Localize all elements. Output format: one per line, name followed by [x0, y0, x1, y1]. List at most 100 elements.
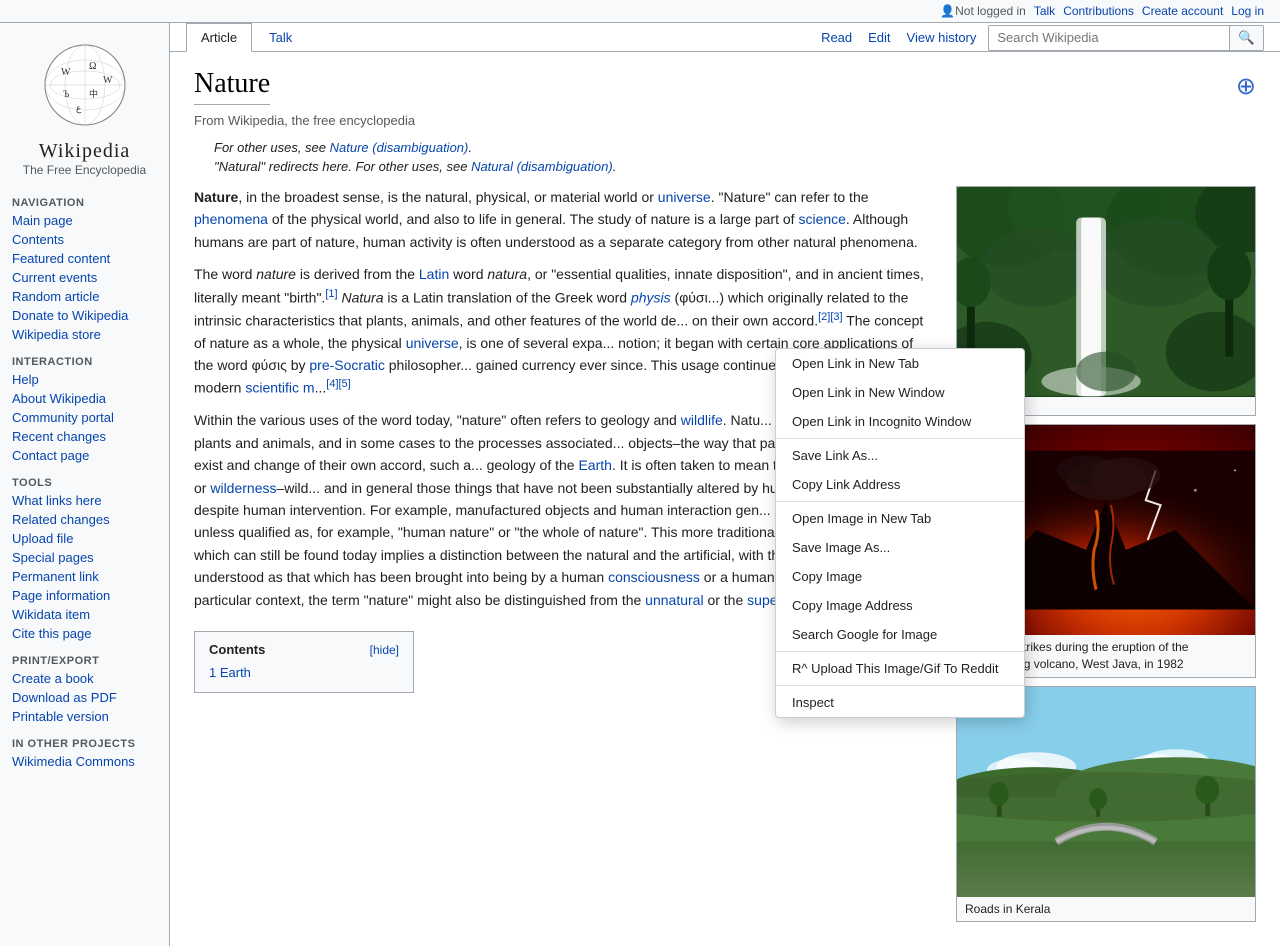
svg-text:W: W: [61, 67, 71, 78]
login-link[interactable]: Log in: [1231, 4, 1264, 18]
phenomena-link[interactable]: phenomena: [194, 211, 268, 227]
contents-hide-button[interactable]: [hide]: [370, 643, 399, 657]
roads-image: [957, 687, 1255, 897]
contents-earth-link[interactable]: 1 Earth: [209, 665, 251, 680]
print-heading: Print/export: [0, 651, 169, 669]
sidebar-item-page-info[interactable]: Page information: [0, 586, 169, 605]
ctx-open-link-new-window[interactable]: Open Link in New Window: [776, 378, 1024, 407]
sidebar-other-projects: In other projects Wikimedia Commons: [0, 734, 169, 771]
sidebar-item-community[interactable]: Community portal: [0, 408, 169, 427]
from-line: From Wikipedia, the free encyclopedia: [194, 113, 1256, 128]
tabs-left: Article Talk: [186, 23, 309, 51]
sidebar-item-what-links[interactable]: What links here: [0, 491, 169, 510]
ctx-save-image-as[interactable]: Save Image As...: [776, 533, 1024, 562]
tab-read[interactable]: Read: [817, 24, 856, 51]
sidebar-item-special[interactable]: Special pages: [0, 548, 169, 567]
svg-text:Ъ: Ъ: [63, 89, 70, 99]
ctx-open-link-new-tab[interactable]: Open Link in New Tab: [776, 349, 1024, 378]
wildlife-link[interactable]: wildlife: [681, 412, 723, 428]
ctx-inspect[interactable]: Inspect: [776, 688, 1024, 717]
tab-bar: Article Talk Read Edit View history 🔍: [170, 23, 1280, 52]
sidebar-item-upload[interactable]: Upload file: [0, 529, 169, 548]
natural-disambig-link[interactable]: Natural (disambiguation): [471, 159, 613, 174]
sidebar-item-help[interactable]: Help: [0, 370, 169, 389]
main-area: Article Talk Read Edit View history 🔍 Na…: [170, 23, 1280, 946]
tab-edit[interactable]: Edit: [864, 24, 894, 51]
sidebar-item-donate[interactable]: Donate to Wikipedia: [0, 306, 169, 325]
navigation-heading: Navigation: [0, 193, 169, 211]
sidebar-item-wikidata[interactable]: Wikidata item: [0, 605, 169, 624]
ctx-divider-2: [776, 501, 1024, 502]
sidebar-item-related-changes[interactable]: Related changes: [0, 510, 169, 529]
pre-socratic-link[interactable]: pre-Socratic: [309, 357, 384, 373]
earth-link[interactable]: Earth: [578, 457, 611, 473]
ctx-divider-1: [776, 438, 1024, 439]
search-input[interactable]: [989, 26, 1229, 49]
sidebar: W Ω W 中 Ъ ع Wikipedia The Free Encyclope…: [0, 23, 170, 946]
search-bar: 🔍: [988, 25, 1264, 51]
logo-subtitle: The Free Encyclopedia: [8, 163, 161, 177]
create-account-link[interactable]: Create account: [1142, 4, 1223, 18]
hatnote-1: For other uses, see Nature (disambiguati…: [194, 140, 1256, 155]
ctx-divider-4: [776, 685, 1024, 686]
tab-talk[interactable]: Talk: [254, 23, 307, 51]
sidebar-item-wikimedia[interactable]: Wikimedia Commons: [0, 752, 169, 771]
logo-area: W Ω W 中 Ъ ع Wikipedia The Free Encyclope…: [0, 31, 169, 193]
wilderness-link[interactable]: wilderness: [210, 480, 276, 496]
ctx-divider-3: [776, 651, 1024, 652]
sidebar-item-current-events[interactable]: Current events: [0, 268, 169, 287]
universe-link-2[interactable]: universe: [406, 335, 459, 351]
sidebar-item-printable[interactable]: Printable version: [0, 707, 169, 726]
sidebar-item-contact[interactable]: Contact page: [0, 446, 169, 465]
ctx-open-image-new-tab[interactable]: Open Image in New Tab: [776, 504, 1024, 533]
consciousness-link[interactable]: consciousness: [608, 569, 700, 585]
science-link[interactable]: science: [798, 211, 845, 227]
svg-text:W: W: [103, 75, 113, 86]
ctx-search-google-image[interactable]: Search Google for Image: [776, 620, 1024, 649]
hatnote-2: "Natural" redirects here. For other uses…: [194, 159, 1256, 174]
search-button[interactable]: 🔍: [1229, 26, 1263, 50]
sidebar-item-create-book[interactable]: Create a book: [0, 669, 169, 688]
talk-link[interactable]: Talk: [1034, 4, 1055, 18]
contents-item-1[interactable]: 1 Earth: [209, 663, 399, 682]
sidebar-item-recent[interactable]: Recent changes: [0, 427, 169, 446]
physis-link[interactable]: physis: [631, 289, 671, 305]
sidebar-tools: Tools What links here Related changes Up…: [0, 473, 169, 643]
wikipedia-globe-icon: W Ω W 中 Ъ ع: [41, 41, 129, 129]
sidebar-item-contents[interactable]: Contents: [0, 230, 169, 249]
ctx-open-link-incognito[interactable]: Open Link in Incognito Window: [776, 407, 1024, 436]
add-section-button[interactable]: ⊕: [1236, 72, 1256, 101]
contents-title: Contents: [209, 642, 265, 657]
other-projects-heading: In other projects: [0, 734, 169, 752]
ctx-copy-link-address[interactable]: Copy Link Address: [776, 470, 1024, 499]
tab-article[interactable]: Article: [186, 23, 252, 52]
article-body: Nature, in the broadest sense, is the na…: [194, 186, 1256, 930]
sidebar-item-cite[interactable]: Cite this page: [0, 624, 169, 643]
sidebar-item-featured[interactable]: Featured content: [0, 249, 169, 268]
ctx-copy-image[interactable]: Copy Image: [776, 562, 1024, 591]
sidebar-item-main-page[interactable]: Main page: [0, 211, 169, 230]
universe-link[interactable]: universe: [658, 189, 711, 205]
article-title-row: Nature ⊕: [194, 68, 1256, 113]
ctx-copy-image-address[interactable]: Copy Image Address: [776, 591, 1024, 620]
tab-view-history[interactable]: View history: [903, 24, 981, 51]
contents-header: Contents [hide]: [209, 642, 399, 657]
latin-link[interactable]: Latin: [419, 266, 449, 282]
sidebar-item-about[interactable]: About Wikipedia: [0, 389, 169, 408]
interaction-heading: Interaction: [0, 352, 169, 370]
scientific-method-link[interactable]: scientific m: [245, 380, 314, 396]
sidebar-item-download-pdf[interactable]: Download as PDF: [0, 688, 169, 707]
user-icon: 👤: [940, 4, 955, 18]
not-logged-in-label: Not logged in: [955, 4, 1026, 18]
svg-text:Ω: Ω: [89, 61, 96, 72]
context-menu: Open Link in New Tab Open Link in New Wi…: [775, 348, 1025, 718]
unnatural-link[interactable]: unnatural: [645, 592, 703, 608]
sidebar-item-random[interactable]: Random article: [0, 287, 169, 306]
contributions-link[interactable]: Contributions: [1063, 4, 1134, 18]
sidebar-item-permanent[interactable]: Permanent link: [0, 567, 169, 586]
sidebar-item-store[interactable]: Wikipedia store: [0, 325, 169, 344]
ctx-save-link-as[interactable]: Save Link As...: [776, 441, 1024, 470]
nature-disambig-link[interactable]: Nature (disambiguation): [330, 140, 469, 155]
ctx-upload-reddit[interactable]: R^ Upload This Image/Gif To Reddit: [776, 654, 1024, 683]
page-layout: W Ω W 中 Ъ ع Wikipedia The Free Encyclope…: [0, 23, 1280, 946]
